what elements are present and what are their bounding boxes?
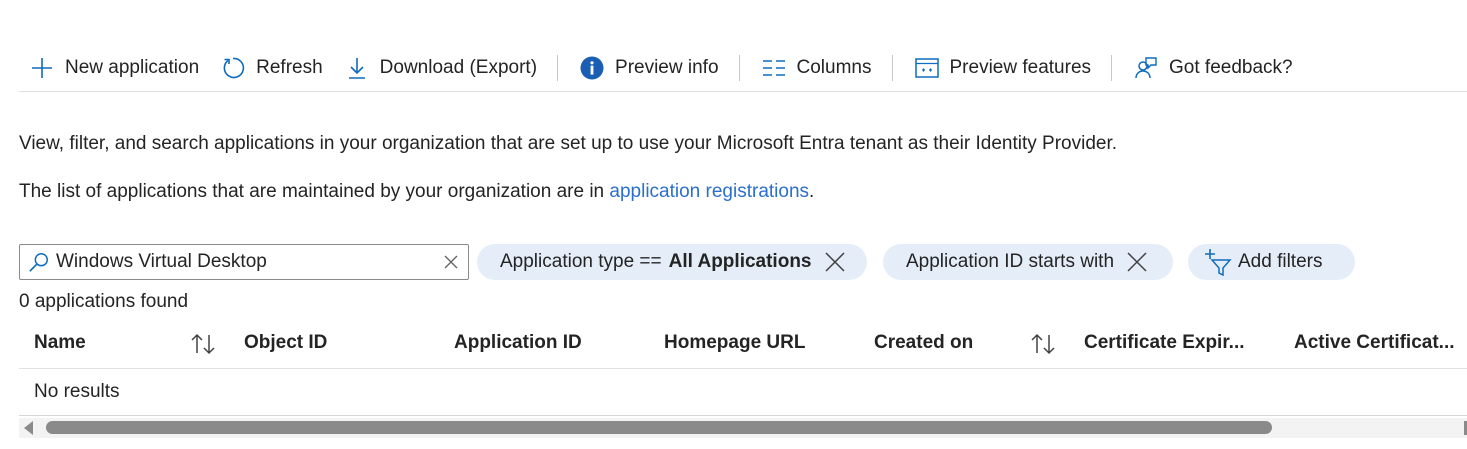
table-row: No results — [19, 369, 1467, 416]
sort-icon[interactable] — [1030, 332, 1056, 356]
command-bar: New application Refresh Download (Export… — [19, 44, 1467, 92]
close-icon[interactable] — [442, 253, 460, 271]
scroll-left-arrow-icon[interactable] — [24, 421, 33, 435]
toolbar-divider — [738, 54, 740, 81]
search-input[interactable] — [56, 251, 436, 273]
note-suffix: . — [809, 181, 815, 202]
preview-info-button[interactable]: Preview info — [568, 48, 729, 88]
scrollbar-thumb[interactable] — [46, 421, 1272, 434]
close-icon[interactable] — [824, 251, 846, 273]
column-header-application-id[interactable]: Application ID — [454, 332, 582, 354]
columns-button[interactable]: Columns — [750, 48, 882, 88]
columns-icon — [762, 59, 785, 76]
feedback-icon — [1135, 56, 1157, 78]
app-registrations-link[interactable]: application registrations — [609, 181, 809, 202]
column-header-name[interactable]: Name — [34, 332, 86, 354]
download-export-button[interactable]: Download (Export) — [333, 48, 547, 88]
application-type-filter[interactable]: Application type == All Applications — [477, 244, 867, 280]
column-header-certificate-expiry[interactable]: Certificate Expir... — [1084, 332, 1245, 354]
preview-features-label: Preview features — [949, 56, 1092, 78]
plus-icon — [32, 57, 52, 78]
feedback-label: Got feedback? — [1169, 56, 1293, 78]
refresh-icon — [223, 57, 245, 78]
app-registrations-note: The list of applications that are mainta… — [19, 181, 814, 203]
search-box — [19, 244, 469, 280]
page-description: View, filter, and search applications in… — [19, 133, 1118, 154]
add-filters-label: Add filters — [1238, 251, 1323, 272]
info-icon — [580, 56, 604, 79]
application-type-filter-value: All Applications — [668, 251, 812, 272]
feedback-button[interactable]: Got feedback? — [1122, 48, 1303, 88]
add-filters-button[interactable]: Add filters — [1188, 244, 1355, 280]
refresh-label: Refresh — [256, 56, 323, 78]
search-icon — [29, 253, 48, 272]
table-header: Name Object ID Application ID Homepage U… — [19, 322, 1467, 369]
toolbar-divider — [557, 54, 559, 81]
column-header-active-certificate[interactable]: Active Certificat... — [1294, 332, 1455, 354]
new-application-button[interactable]: New application — [19, 48, 209, 88]
application-id-filter-label: Application ID starts with — [906, 251, 1115, 272]
add-filter-icon — [1205, 249, 1232, 276]
application-id-filter[interactable]: Application ID starts with — [883, 244, 1173, 280]
close-icon[interactable] — [1126, 251, 1148, 273]
column-header-created-on[interactable]: Created on — [874, 332, 973, 354]
toolbar-divider — [1111, 54, 1113, 81]
sort-icon[interactable] — [190, 332, 216, 356]
preview-info-label: Preview info — [615, 56, 719, 78]
results-count: 0 applications found — [19, 291, 189, 312]
preview-features-button[interactable]: Preview features — [903, 48, 1102, 88]
preview-features-icon — [914, 57, 939, 78]
toolbar-divider — [891, 54, 893, 81]
no-results-text: No results — [34, 381, 120, 402]
note-prefix: The list of applications that are mainta… — [19, 181, 610, 202]
new-application-label: New application — [65, 56, 200, 78]
refresh-button[interactable]: Refresh — [209, 48, 333, 88]
horizontal-scrollbar[interactable] — [19, 418, 1467, 438]
columns-label: Columns — [796, 56, 872, 78]
download-export-label: Download (Export) — [379, 56, 538, 78]
column-header-object-id[interactable]: Object ID — [244, 332, 327, 354]
application-type-filter-label: Application type == — [500, 251, 662, 272]
download-icon — [348, 57, 365, 79]
column-header-homepage-url[interactable]: Homepage URL — [664, 332, 805, 354]
